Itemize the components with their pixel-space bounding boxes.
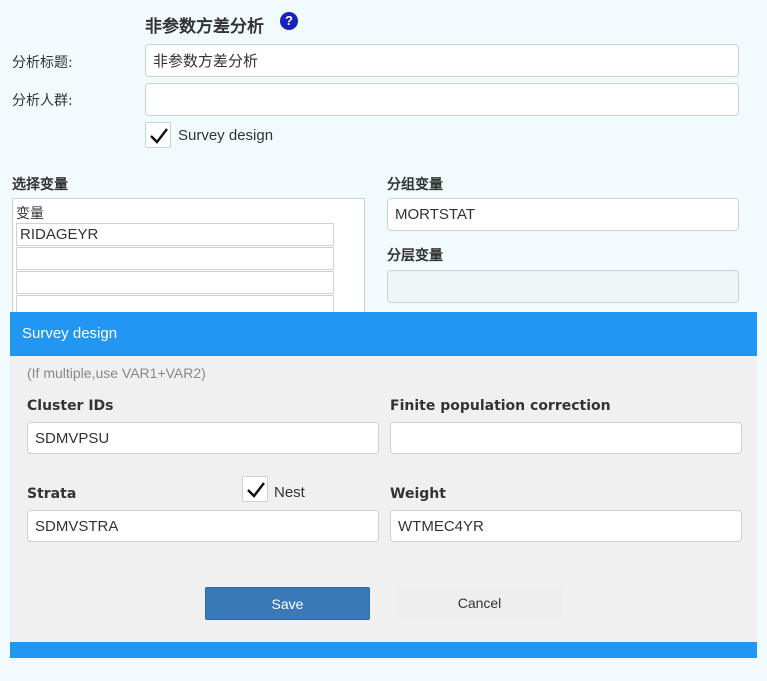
select-variables-label: 选择变量 — [12, 177, 68, 193]
cancel-button[interactable]: Cancel — [397, 587, 562, 620]
strata-variable-label: 分层变量 — [387, 248, 443, 264]
survey-design-dialog: Survey design (If multiple,use VAR1+VAR2… — [10, 312, 757, 658]
check-icon — [150, 128, 168, 144]
cluster-ids-label: Cluster IDs — [27, 398, 114, 414]
population-input[interactable] — [145, 83, 739, 116]
check-icon — [247, 482, 265, 498]
variable-item[interactable]: RIDAGEYR — [16, 223, 334, 246]
variable-list: 变量 RIDAGEYR — [12, 198, 365, 318]
strata-input[interactable]: SDMVSTRA — [27, 510, 379, 542]
fpc-label: Finite population correction — [390, 398, 611, 414]
page-title: 非参数方差分析 — [145, 17, 264, 37]
cluster-ids-input[interactable]: SDMVPSU — [27, 422, 379, 454]
save-button[interactable]: Save — [205, 587, 370, 620]
dialog-footer — [10, 642, 757, 658]
dialog-hint: (If multiple,use VAR1+VAR2) — [27, 365, 206, 381]
nest-label: Nest — [274, 484, 305, 501]
population-label: 分析人群: — [12, 93, 73, 109]
survey-design-checkbox[interactable] — [145, 122, 171, 148]
survey-design-label: Survey design — [178, 127, 274, 144]
group-variable-input[interactable]: MORTSTAT — [387, 198, 739, 231]
dialog-header: Survey design — [10, 312, 757, 356]
analysis-title-label: 分析标题: — [12, 55, 73, 71]
help-icon[interactable]: ? — [280, 12, 298, 30]
variable-item[interactable] — [16, 247, 334, 270]
variable-list-header: 变量 — [16, 206, 44, 222]
group-variable-label: 分组变量 — [387, 177, 443, 193]
weight-input[interactable]: WTMEC4YR — [390, 510, 742, 542]
weight-label: Weight — [390, 486, 446, 502]
strata-label: Strata — [27, 486, 77, 502]
fpc-input[interactable] — [390, 422, 742, 454]
strata-variable-input[interactable] — [387, 270, 739, 303]
nest-checkbox[interactable] — [242, 476, 268, 502]
analysis-title-input[interactable]: 非参数方差分析 — [145, 44, 739, 77]
variable-item[interactable] — [16, 271, 334, 294]
